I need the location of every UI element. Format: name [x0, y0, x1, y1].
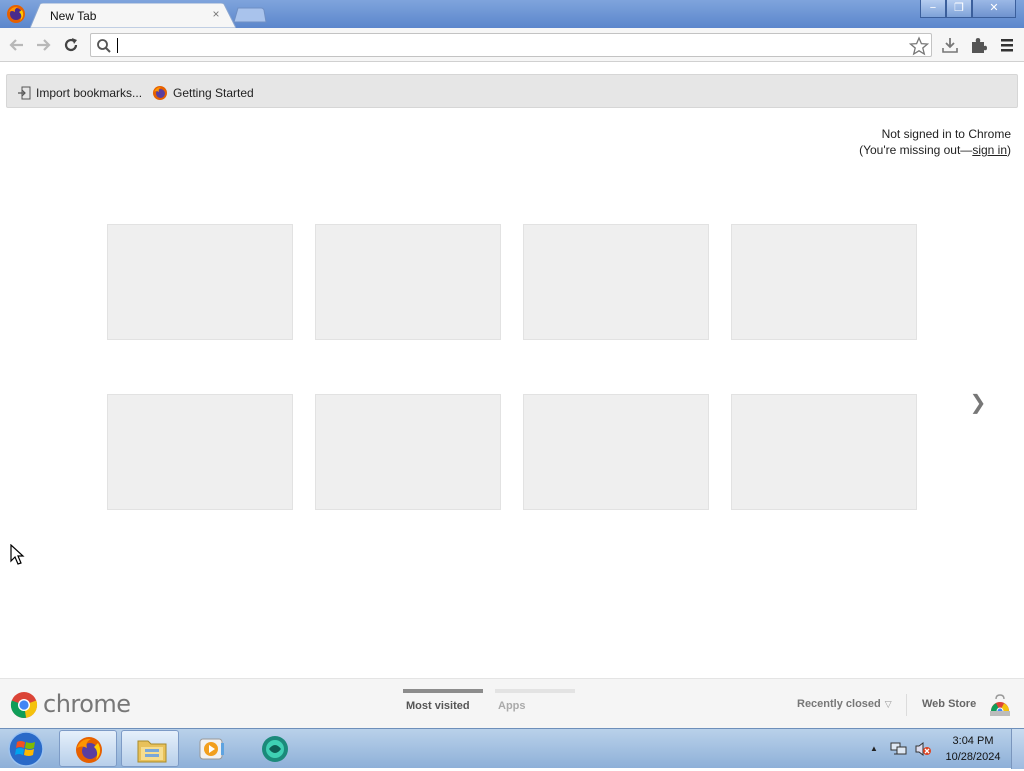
taskbar-media-player[interactable] — [183, 730, 241, 767]
signin-prefix: (You're missing out— — [859, 143, 973, 157]
reload-icon[interactable] — [61, 35, 81, 55]
next-page-arrow[interactable]: ❯ — [968, 390, 988, 416]
forward-arrow-icon[interactable] — [33, 35, 53, 55]
most-visited-tile[interactable] — [523, 224, 709, 340]
tab-title: New Tab — [50, 9, 97, 23]
bookmarks-bar: Import bookmarks... Getting Started — [6, 74, 1018, 108]
restore-button[interactable]: ❐ — [946, 0, 972, 18]
clock-date: 10/28/2024 — [945, 751, 1001, 763]
browser-toolbar — [0, 28, 1024, 62]
extensions-puzzle-icon[interactable] — [969, 35, 989, 55]
omnibox-input[interactable] — [117, 37, 897, 53]
signin-promo: (You're missing out—sign in) — [859, 143, 1011, 157]
taskbar-other-app[interactable] — [245, 730, 303, 767]
bookmark-import[interactable]: Import bookmarks... — [17, 84, 142, 102]
firefox-icon — [153, 86, 167, 100]
web-store-icon[interactable] — [989, 693, 1011, 717]
bookmark-getting-started[interactable]: Getting Started — [152, 84, 254, 102]
footer-divider — [906, 694, 907, 716]
browser-titlebar: New Tab × − ❐ ✕ — [0, 0, 1024, 28]
recently-closed-menu[interactable]: Recently closed ▽ — [797, 698, 892, 710]
bookmark-label: Import bookmarks... — [36, 86, 143, 100]
tab-new-tab[interactable]: New Tab × — [30, 3, 236, 28]
most-visited-tile[interactable] — [523, 394, 709, 510]
firefox-icon — [76, 737, 102, 763]
back-arrow-icon[interactable] — [7, 35, 27, 55]
most-visited-tile[interactable] — [107, 394, 293, 510]
tab-label: Most visited — [406, 700, 470, 712]
media-player-icon — [199, 738, 224, 760]
most-visited-tile[interactable] — [315, 224, 501, 340]
show-desktop-button[interactable] — [1011, 729, 1024, 769]
web-store-link[interactable]: Web Store — [922, 698, 976, 710]
sign-in-link[interactable]: sign in — [972, 143, 1007, 157]
dropdown-arrow-icon: ▽ — [884, 699, 892, 709]
unselected-indicator — [495, 689, 575, 693]
mouse-cursor-icon — [10, 543, 26, 569]
most-visited-tile[interactable] — [107, 224, 293, 340]
app-circle-icon — [262, 736, 288, 762]
show-hidden-icons[interactable]: ▲ — [870, 744, 878, 753]
bookmark-label: Getting Started — [173, 86, 254, 100]
tab-apps[interactable]: Apps — [495, 689, 575, 719]
close-window-button[interactable]: ✕ — [972, 0, 1016, 18]
selected-indicator — [403, 689, 483, 693]
omnibox[interactable] — [90, 33, 932, 57]
menu-hamburger-icon[interactable] — [997, 35, 1017, 55]
download-icon[interactable] — [940, 35, 960, 55]
windows-logo-icon — [8, 731, 44, 767]
taskbar-firefox[interactable] — [59, 730, 117, 767]
text-caret — [117, 38, 118, 53]
tab-label: Apps — [498, 700, 526, 712]
windows-taskbar: ▲ 3:04 PM 10/28/2024 — [0, 728, 1024, 769]
volume-muted-icon[interactable] — [914, 741, 932, 760]
signin-status: Not signed in to Chrome — [881, 127, 1011, 141]
chrome-logo-icon — [10, 691, 38, 719]
ntp-footer: chrome Most visited Apps Recently closed… — [0, 678, 1024, 728]
signin-suffix: ) — [1007, 143, 1011, 157]
network-icon[interactable] — [890, 741, 908, 760]
most-visited-tile[interactable] — [731, 394, 917, 510]
recently-closed-label: Recently closed — [797, 698, 881, 710]
tab-most-visited[interactable]: Most visited — [403, 689, 483, 719]
folder-icon — [137, 740, 167, 763]
start-button[interactable] — [6, 730, 46, 768]
close-tab-icon[interactable]: × — [208, 6, 224, 22]
import-icon — [18, 86, 31, 100]
taskbar-file-explorer[interactable] — [121, 730, 179, 767]
bookmark-star-icon[interactable] — [909, 36, 929, 56]
most-visited-tile[interactable] — [731, 224, 917, 340]
firefox-icon[interactable] — [6, 4, 26, 24]
clock-time: 3:04 PM — [952, 735, 994, 747]
search-icon — [97, 39, 111, 53]
new-tab-button[interactable] — [233, 7, 267, 23]
minimize-button[interactable]: − — [920, 0, 946, 18]
taskbar-clock[interactable]: 3:04 PM 10/28/2024 — [937, 733, 1009, 765]
most-visited-tile[interactable] — [315, 394, 501, 510]
chrome-brand-text: chrome — [43, 690, 131, 718]
window-controls: − ❐ ✕ — [920, 0, 1016, 18]
